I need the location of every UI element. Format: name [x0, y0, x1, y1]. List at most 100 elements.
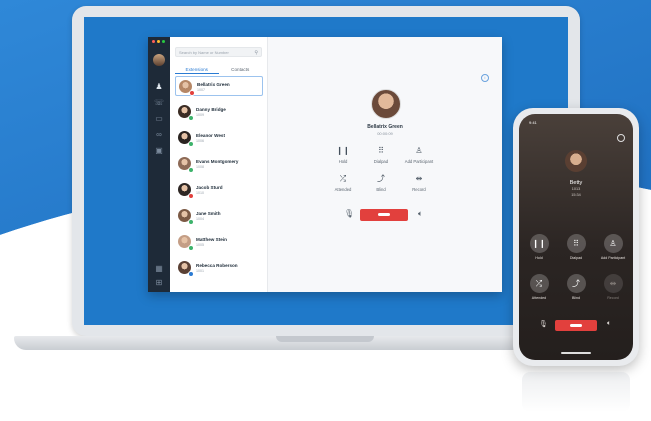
speaker-icon[interactable]: 🔈︎ [607, 320, 611, 328]
meeting-icon[interactable]: ▣ [154, 147, 164, 155]
contact-extension: 1008 [196, 165, 204, 169]
contact-name: Bellatrix Green [197, 82, 230, 87]
presence-badge [188, 271, 194, 277]
button-label: Add Participant [600, 256, 626, 260]
call-timer: 15:34 [571, 193, 581, 197]
contact-extension: 1009 [196, 113, 204, 117]
blind-transfer-icon: ⤴ [566, 274, 586, 293]
window-controls [152, 40, 165, 43]
pause-icon: ❙❙ [529, 234, 549, 253]
list-item[interactable]: Jane Smith 1004 [175, 206, 263, 226]
search-input[interactable]: Search by Name or Number ⚲ [175, 47, 262, 57]
blind-button[interactable]: ⤴ Blind [558, 274, 594, 300]
callee-name: Bellatrix Green [367, 124, 403, 130]
hangup-button[interactable] [360, 209, 408, 221]
speaker-icon[interactable]: 🔈︎ [418, 209, 423, 219]
button-label: Dialpad [373, 159, 389, 164]
minimize-window-button[interactable] [157, 40, 160, 43]
apps-icon[interactable]: ⊞ [154, 279, 164, 287]
presence-badge [188, 167, 194, 173]
hangup-button[interactable] [555, 320, 597, 331]
contact-extension: 1006 [196, 139, 204, 143]
dialpad-button[interactable]: ⠿ Dialpad [361, 145, 401, 164]
contact-extension: 1007 [197, 88, 205, 92]
dialpad-icon: ⠿ [566, 234, 586, 253]
presence-badge [188, 219, 194, 225]
contact-extension: 1004 [196, 217, 204, 221]
list-item[interactable]: Matthew Stein 1005 [175, 232, 263, 252]
recents-icon[interactable]: ☏ [154, 99, 164, 107]
desktop-app-window: ♟ ☏ ▭ ∞ ▣ ▦ ⊞ Search by Name or Number ⚲… [148, 37, 502, 292]
record-button[interactable]: ⇹ Record [595, 274, 631, 300]
hold-button[interactable]: ❙❙ Hold [521, 234, 557, 260]
contact-extension: 1010 [196, 191, 204, 195]
button-label: Hold [535, 256, 543, 260]
call-pane: i Bellatrix Green 00:00:09 ❙❙ Hold ⠿ Dialpa… [268, 37, 502, 292]
mute-icon[interactable]: 🎙︎ [539, 320, 548, 328]
contact-tabs: Extensions Contacts [175, 65, 262, 74]
contact-name: Danny Bridge [196, 107, 226, 112]
presence-badge [188, 193, 194, 199]
call-timer: 00:00:09 [377, 131, 393, 136]
contact-name: Matthew Stein [196, 237, 227, 242]
phone-reflection [522, 372, 630, 412]
button-label: Dialpad [569, 256, 583, 260]
search-placeholder: Search by Name or Number [179, 50, 229, 55]
list-item[interactable]: Danny Bridge 1009 [175, 102, 263, 122]
tab-extensions[interactable]: Extensions [175, 65, 219, 74]
record-icon: ⇹ [603, 274, 623, 293]
hold-button[interactable]: ❙❙ Hold [323, 145, 363, 164]
keypad-icon[interactable]: ▦ [154, 265, 164, 273]
attended-button[interactable]: ⤮ Attended [521, 274, 557, 300]
record-icon: ⇹ [415, 174, 423, 183]
nav-rail: ♟ ☏ ▭ ∞ ▣ ▦ ⊞ [148, 37, 170, 292]
record-button[interactable]: ⇹ Record [399, 173, 439, 192]
tab-contacts[interactable]: Contacts [219, 65, 263, 74]
contact-name: Rebecca Roberson [196, 263, 238, 268]
presence-badge [188, 115, 194, 121]
dialpad-button[interactable]: ⠿ Dialpad [558, 234, 594, 260]
maximize-window-button[interactable] [162, 40, 165, 43]
presence-badge [189, 90, 195, 96]
callee-avatar [371, 89, 401, 119]
button-label: Record [607, 296, 619, 300]
add-participant-icon: ♙ [603, 234, 623, 253]
add-participant-icon: ♙ [415, 146, 423, 155]
add-participant-button[interactable]: ♙ Add Participant [595, 234, 631, 260]
list-item[interactable]: Jacob Sturd 1010 [175, 180, 263, 200]
mute-icon[interactable]: 🎙︎ [344, 209, 354, 218]
list-item[interactable]: Rebecca Roberson 1001 [175, 258, 263, 278]
hangup-icon [378, 213, 390, 216]
callee-extension: 1013 [571, 187, 581, 191]
avatar[interactable] [153, 54, 165, 66]
contacts-icon[interactable]: ♟ [154, 83, 164, 91]
pause-icon: ❙❙ [336, 146, 350, 155]
info-icon[interactable]: i [481, 74, 489, 82]
attended-transfer-icon: ⤮ [339, 174, 347, 183]
blind-button[interactable]: ⤴ Blind [361, 173, 401, 192]
list-item[interactable]: Bellatrix Green 1007 [175, 76, 263, 96]
button-label: Blind [376, 187, 386, 192]
add-participant-button[interactable]: ♙ Add Participant [399, 145, 439, 164]
info-icon[interactable] [617, 134, 625, 142]
chat-icon[interactable]: ▭ [154, 115, 164, 123]
contact-name: Evans Montgomery [196, 159, 239, 164]
laptop-notch [276, 336, 374, 342]
attended-button[interactable]: ⤮ Attended [323, 173, 363, 192]
button-label: Hold [338, 159, 348, 164]
presence-badge [188, 141, 194, 147]
contact-name: Jacob Sturd [196, 185, 223, 190]
close-window-button[interactable] [152, 40, 155, 43]
presence-badge [188, 245, 194, 251]
status-time: 9:41 [529, 120, 537, 125]
voicemail-icon[interactable]: ∞ [154, 131, 164, 139]
phone-screen: 9:41 Betty 1013 15:34 ❙❙ Hold ⠿ Dialpad ♙ Add… [519, 114, 633, 360]
button-label: Attended [334, 187, 352, 192]
callee-name: Betty [569, 180, 583, 186]
contacts-panel: Search by Name or Number ⚲ Extensions Co… [170, 37, 268, 292]
list-item[interactable]: Evans Montgomery 1008 [175, 154, 263, 174]
callee-avatar [565, 150, 587, 172]
contact-extension: 1001 [196, 269, 204, 273]
list-item[interactable]: Eleanor West 1006 [175, 128, 263, 148]
contact-extension: 1005 [196, 243, 204, 247]
